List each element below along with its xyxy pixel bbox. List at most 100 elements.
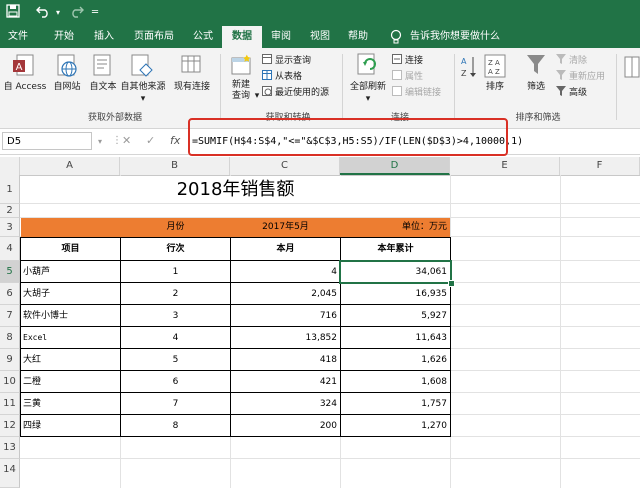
from-table-button[interactable]: 从表格 xyxy=(262,70,302,83)
recent-sources-button[interactable]: 最近使用的源 xyxy=(262,86,329,99)
tab-help[interactable]: 帮助 xyxy=(340,26,376,48)
header-row-no[interactable]: 行次 xyxy=(121,238,230,260)
cell-month[interactable]: 200 xyxy=(231,415,337,437)
refresh-all-button[interactable]: 全部刷新 xyxy=(346,82,390,93)
tab-review[interactable]: 审阅 xyxy=(264,26,298,48)
cell-month[interactable]: 2,045 xyxy=(231,283,337,305)
cell-item[interactable]: 大红 xyxy=(23,349,119,371)
cell-item[interactable]: 软件小博士 xyxy=(23,305,119,327)
col-header-d[interactable]: D xyxy=(340,157,450,175)
cell-row-no[interactable]: 4 xyxy=(121,327,230,349)
reapply-button[interactable]: 重新应用 xyxy=(556,70,605,83)
cell-ytd[interactable]: 1,608 xyxy=(341,371,447,393)
save-icon[interactable] xyxy=(6,4,20,23)
tab-view[interactable]: 视图 xyxy=(302,26,338,48)
from-other-sources-button[interactable]: 自其他来源 xyxy=(118,82,168,93)
col-header-c[interactable]: C xyxy=(230,157,340,175)
cell-ytd[interactable]: 16,935 xyxy=(341,283,448,305)
row-header-7[interactable]: 7 xyxy=(0,305,20,327)
row-header-13[interactable]: 13 xyxy=(0,437,20,459)
cell-month[interactable]: 421 xyxy=(231,371,337,393)
show-query-button[interactable]: 显示查询 xyxy=(262,54,311,67)
cell-row-no[interactable]: 2 xyxy=(121,283,230,305)
cell-row-no[interactable]: 8 xyxy=(121,415,230,437)
cell-row-no[interactable]: 6 xyxy=(121,371,230,393)
cell-row-no[interactable]: 5 xyxy=(121,349,230,371)
col-header-b[interactable]: B xyxy=(120,157,230,175)
clear-filter-button[interactable]: 清除 xyxy=(556,54,587,67)
tell-me-search[interactable]: 告诉我你想要做什么 xyxy=(410,26,520,48)
fill-handle[interactable] xyxy=(448,280,455,287)
row-header-2[interactable]: 2 xyxy=(0,204,20,218)
cell-ytd[interactable]: 1,270 xyxy=(341,415,447,437)
cell-row-no[interactable]: 3 xyxy=(121,305,230,327)
cell-ytd[interactable]: 11,643 xyxy=(341,327,448,349)
tab-home[interactable]: 开始 xyxy=(44,26,84,48)
month-value[interactable]: 2017年5月 xyxy=(231,218,340,237)
sort-az-icon[interactable]: AZ xyxy=(460,54,480,84)
name-box-dropdown-icon[interactable]: ▾ xyxy=(98,137,102,146)
confirm-icon[interactable]: ✓ xyxy=(146,134,155,147)
tab-page-layout[interactable]: 页面布局 xyxy=(126,26,182,48)
row-header-10[interactable]: 10 xyxy=(0,371,20,393)
row-header-6[interactable]: 6 xyxy=(0,283,20,305)
insert-function-icon[interactable]: fx xyxy=(170,134,180,147)
row-header-8[interactable]: 8 xyxy=(0,327,20,349)
cell-ytd[interactable]: 5,927 xyxy=(341,305,447,327)
cell-item[interactable]: Excel xyxy=(23,327,119,349)
col-header-f[interactable]: F xyxy=(560,157,640,175)
tab-insert[interactable]: 插入 xyxy=(84,26,124,48)
tab-formulas[interactable]: 公式 xyxy=(182,26,224,48)
redo-icon[interactable] xyxy=(68,4,84,23)
properties-button[interactable]: 属性 xyxy=(392,70,423,83)
col-header-e[interactable]: E xyxy=(450,157,560,175)
cell-item[interactable]: 二橙 xyxy=(23,371,119,393)
row-header-4[interactable]: 4 xyxy=(0,237,20,261)
refresh-dropdown-icon[interactable]: ▾ xyxy=(362,94,374,105)
existing-connections-button[interactable]: 现有连接 xyxy=(170,82,214,93)
from-access-button[interactable]: 自 Access xyxy=(2,82,48,93)
new-query-dropdown-icon[interactable]: ▾ xyxy=(252,91,262,102)
undo-icon[interactable] xyxy=(36,4,52,23)
row-header-9[interactable]: 9 xyxy=(0,349,20,371)
month-label[interactable]: 月份 xyxy=(121,218,230,237)
active-cell-d5[interactable] xyxy=(339,260,452,284)
other-sources-dropdown-icon[interactable]: ▾ xyxy=(136,94,150,105)
sheet-title[interactable]: 2018年销售额 xyxy=(21,176,450,203)
new-query-button[interactable]: 新建 xyxy=(226,80,256,91)
tab-data[interactable]: 数据 xyxy=(222,26,262,48)
cell-month[interactable]: 324 xyxy=(231,393,337,415)
edit-links-button[interactable]: 编辑链接 xyxy=(392,86,441,99)
header-item[interactable]: 项目 xyxy=(21,238,120,260)
cell-month[interactable]: 4 xyxy=(231,261,337,283)
sort-button[interactable]: 排序 xyxy=(480,82,510,93)
row-header-1[interactable]: 1 xyxy=(0,175,20,204)
row-header-14[interactable]: 14 xyxy=(0,459,20,488)
customize-toolbar-icon[interactable]: ═ xyxy=(92,4,98,22)
row-header-3[interactable]: 3 xyxy=(0,218,20,237)
cell-row-no[interactable]: 7 xyxy=(121,393,230,415)
data-tools-icon[interactable] xyxy=(624,56,640,82)
row-header-5[interactable]: 5 xyxy=(0,261,20,283)
tab-file[interactable]: 文件 xyxy=(0,26,36,48)
connections-button[interactable]: 连接 xyxy=(392,54,423,67)
cell-row-no[interactable]: 1 xyxy=(121,261,230,283)
from-web-button[interactable]: 自网站 xyxy=(50,82,84,93)
cell-item[interactable]: 三黄 xyxy=(23,393,119,415)
filter-button[interactable]: 筛选 xyxy=(520,82,552,93)
cell-month[interactable]: 418 xyxy=(231,349,337,371)
advanced-button[interactable]: 高级 xyxy=(556,86,587,99)
header-ytd[interactable]: 本年累计 xyxy=(341,238,450,260)
from-text-button[interactable]: 自文本 xyxy=(86,82,120,93)
row-header-11[interactable]: 11 xyxy=(0,393,20,415)
cell-ytd[interactable]: 1,626 xyxy=(341,349,447,371)
cell-month[interactable]: 13,852 xyxy=(231,327,338,349)
unit-label[interactable]: 单位：万元 xyxy=(341,218,447,237)
select-all-corner[interactable] xyxy=(0,157,20,175)
header-month[interactable]: 本月 xyxy=(231,238,340,260)
cell-item[interactable]: 四绿 xyxy=(23,415,119,437)
cancel-icon[interactable]: ✕ xyxy=(122,134,131,147)
cell-item[interactable]: 大胡子 xyxy=(23,283,119,305)
cell-month[interactable]: 716 xyxy=(231,305,337,327)
undo-dropdown-icon[interactable]: ▾ xyxy=(56,4,60,22)
